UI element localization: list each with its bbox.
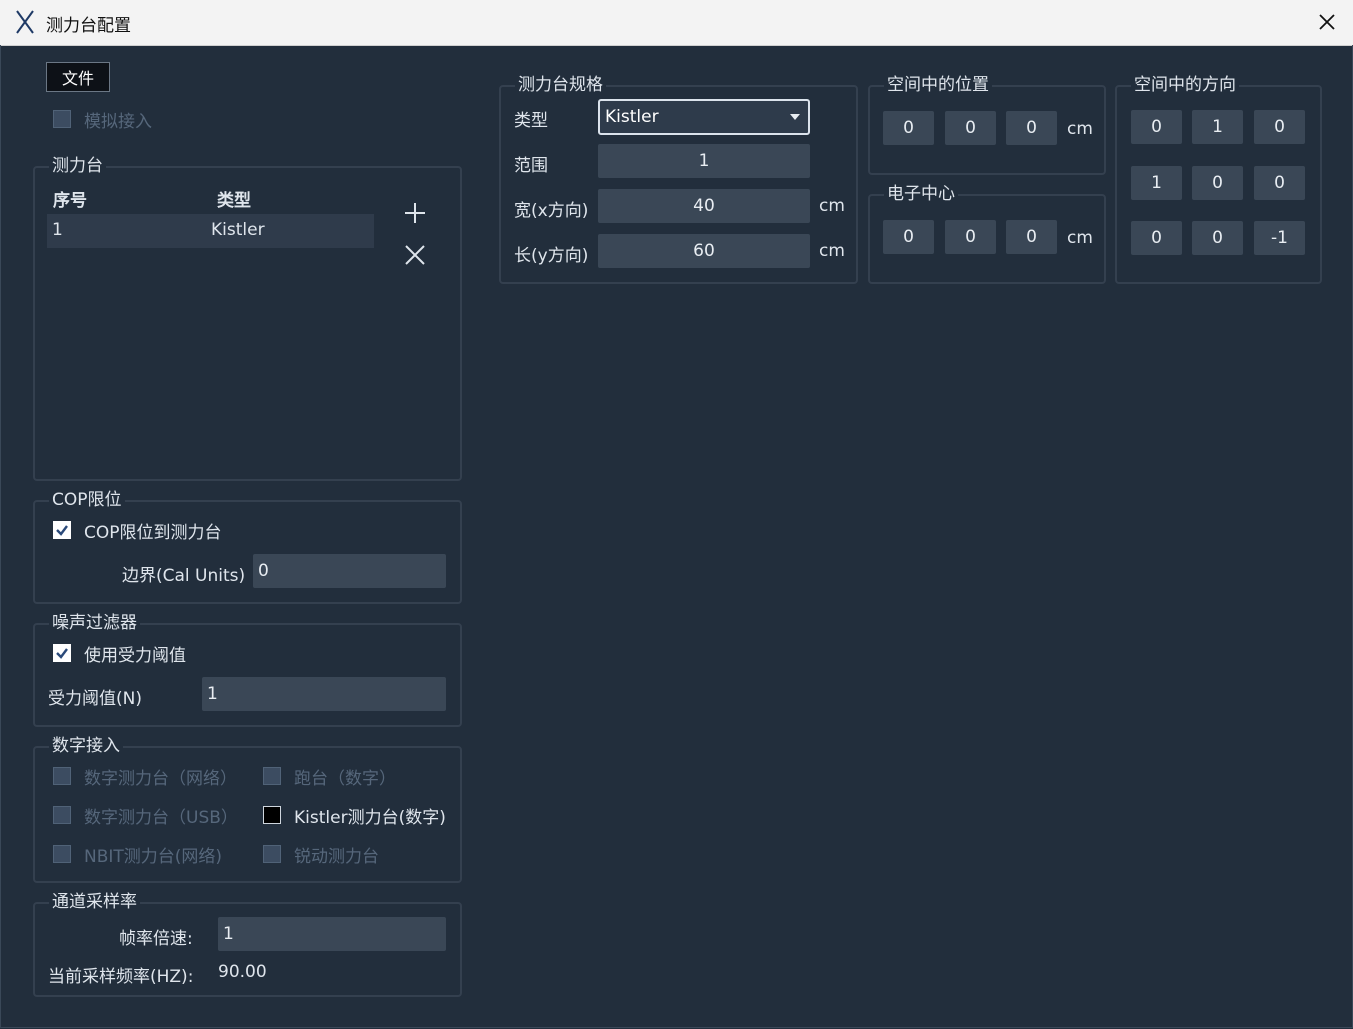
digital-usb-checkbox[interactable] — [53, 806, 71, 824]
nbit-label: NBIT测力台(网络) — [84, 847, 223, 867]
frame-rate-input[interactable]: 1 — [218, 917, 446, 951]
direction-r2c3-input[interactable]: 0 — [1254, 166, 1305, 200]
check-icon — [56, 648, 68, 659]
window-title: 测力台配置 — [46, 16, 131, 36]
digital-access-legend: 数字接入 — [49, 734, 123, 758]
spec-legend: 测力台规格 — [515, 73, 606, 97]
center-unit: cm — [1067, 228, 1093, 248]
range-label: 范围 — [514, 156, 548, 176]
direction-r3c2-input[interactable]: 0 — [1192, 221, 1243, 255]
position-y-input[interactable]: 0 — [945, 111, 996, 145]
current-frequency-value: 90.00 — [218, 962, 267, 982]
file-menu-button[interactable]: 文件 — [46, 62, 110, 92]
center-z-input[interactable]: 0 — [1006, 220, 1057, 254]
treadmill-checkbox[interactable] — [263, 767, 281, 785]
width-label: 宽(x方向) — [514, 201, 589, 221]
digital-net-label: 数字测力台（网络） — [84, 769, 237, 789]
threshold-label: 受力阈值(N) — [48, 689, 142, 709]
length-unit: cm — [819, 241, 845, 261]
column-header-type: 类型 — [217, 191, 251, 211]
force-threshold-checkbox-label: 使用受力阈值 — [84, 646, 186, 666]
direction-r1c1-input[interactable]: 0 — [1131, 110, 1182, 144]
width-unit: cm — [819, 196, 845, 216]
noise-filter-legend: 噪声过滤器 — [49, 611, 140, 635]
position-x-input[interactable]: 0 — [883, 111, 934, 145]
kistler-digital-label: Kistler测力台(数字) — [294, 808, 446, 828]
electronic-center-legend: 电子中心 — [884, 182, 958, 206]
ruidong-label: 锐动测力台 — [294, 847, 379, 867]
noise-filter-group: 噪声过滤器 — [33, 611, 462, 727]
boundary-input[interactable]: 0 — [253, 554, 446, 588]
cop-limit-checkbox[interactable] — [53, 521, 71, 539]
type-select[interactable]: Kistler — [598, 99, 810, 135]
center-y-input[interactable]: 0 — [945, 220, 996, 254]
table-row[interactable]: 1 Kistler — [47, 214, 374, 248]
type-select-value: Kistler — [605, 107, 659, 127]
position-z-input[interactable]: 0 — [1006, 111, 1057, 145]
range-input[interactable]: 1 — [598, 144, 810, 178]
title-bar: 测力台配置 — [0, 0, 1353, 46]
position-legend: 空间中的位置 — [884, 73, 992, 97]
threshold-input[interactable]: 1 — [202, 677, 446, 711]
ruidong-checkbox[interactable] — [263, 845, 281, 863]
current-frequency-label: 当前采样频率(HZ): — [48, 967, 194, 987]
nbit-checkbox[interactable] — [53, 845, 71, 863]
add-icon[interactable] — [403, 201, 427, 225]
length-label: 长(y方向) — [514, 246, 589, 266]
position-unit: cm — [1067, 119, 1093, 139]
width-input[interactable]: 40 — [598, 189, 810, 223]
platform-list-legend: 测力台 — [49, 154, 106, 178]
direction-r3c3-input[interactable]: -1 — [1254, 221, 1305, 255]
simulate-checkbox[interactable] — [53, 110, 71, 128]
direction-legend: 空间中的方向 — [1131, 73, 1239, 97]
app-logo-icon — [16, 10, 34, 34]
chevron-down-icon — [790, 114, 800, 120]
cop-legend: COP限位 — [49, 488, 125, 512]
type-label: 类型 — [514, 111, 548, 131]
direction-r2c1-input[interactable]: 1 — [1131, 166, 1182, 200]
force-threshold-checkbox[interactable] — [53, 644, 71, 662]
boundary-label: 边界(Cal Units) — [122, 566, 246, 586]
treadmill-label: 跑台（数字） — [294, 769, 396, 789]
digital-net-checkbox[interactable] — [53, 767, 71, 785]
digital-usb-label: 数字测力台（USB） — [84, 808, 238, 828]
direction-r2c2-input[interactable]: 0 — [1192, 166, 1243, 200]
channel-rate-legend: 通道采样率 — [49, 890, 140, 914]
center-x-input[interactable]: 0 — [883, 220, 934, 254]
cop-limit-label: COP限位到测力台 — [84, 523, 222, 543]
simulate-label: 模拟接入 — [84, 112, 152, 132]
cop-group: COP限位 — [33, 488, 462, 604]
direction-r3c1-input[interactable]: 0 — [1131, 221, 1182, 255]
kistler-digital-checkbox[interactable] — [263, 806, 281, 824]
check-icon — [56, 525, 68, 536]
delete-icon[interactable] — [404, 244, 426, 266]
direction-r1c3-input[interactable]: 0 — [1254, 110, 1305, 144]
length-input[interactable]: 60 — [598, 234, 810, 268]
row-type: Kistler — [211, 220, 265, 240]
frame-rate-label: 帧率倍速: — [119, 929, 193, 949]
close-icon[interactable] — [1315, 10, 1339, 34]
direction-r1c2-input[interactable]: 1 — [1192, 110, 1243, 144]
column-header-index: 序号 — [53, 191, 87, 211]
row-index: 1 — [52, 220, 63, 240]
